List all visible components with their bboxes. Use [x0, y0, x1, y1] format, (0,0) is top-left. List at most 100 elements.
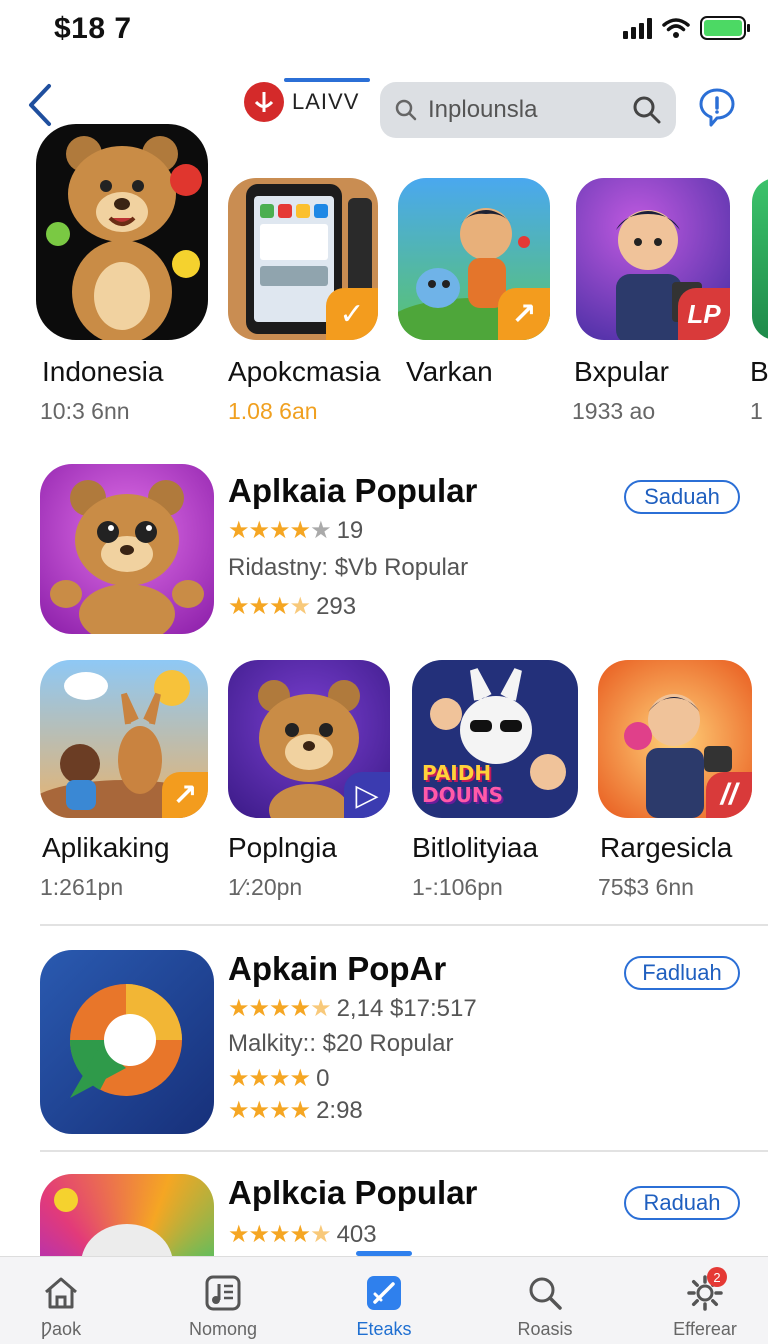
status-time: $18 7 [54, 12, 132, 45]
rating-row: ★★★★ 293 [228, 592, 356, 621]
app-title: Aplkcia Popular [228, 1174, 478, 1211]
bear-icon: ▷ [228, 660, 390, 818]
app-name: Bxpular [574, 356, 669, 387]
app-subtitle: 75$3 6nn [598, 874, 694, 900]
poster-text-line: DOUNS [422, 783, 503, 807]
rating-row: ★★★★ 0 [228, 1064, 329, 1093]
rating-count: 19 [336, 516, 364, 544]
bottom-tab-bar: Ƿaok Nomong Eteaks Roasis 2 Efferear [0, 1251, 768, 1344]
star-rating-icon: ★★★★ [228, 1097, 311, 1124]
app-subtitle: 1 [750, 398, 763, 424]
chat-bubble-icon [699, 88, 735, 127]
tab-label: Efferear [673, 1319, 737, 1339]
tab-settings[interactable]: 2 Efferear [650, 1257, 760, 1344]
partial-app-icon [752, 178, 768, 340]
app-subtitle: 10:3 6nn [40, 398, 130, 424]
get-button[interactable]: Saduah [624, 480, 740, 514]
tab-label: Ƿaok [40, 1319, 82, 1339]
poster-text: PAIDH DOUNS [422, 762, 503, 806]
app-subtitle: 1.08 6an [228, 398, 318, 424]
app-name: Poplngia [228, 832, 337, 863]
app-info: Malkity:: $20 Ropular [228, 1030, 454, 1057]
bunny-poster-icon: PAIDH DOUNS [412, 660, 578, 818]
rating-count: 2,14 $17:517 [336, 994, 477, 1022]
phone-screens-icon: ✓ [228, 178, 378, 340]
notification-badge: 2 [707, 1267, 727, 1287]
star-rating-icon: ★★★★★ [228, 1221, 332, 1248]
tab-home[interactable]: Ƿaok [6, 1257, 116, 1344]
app-name: Varkan [406, 356, 493, 387]
search-submit-icon[interactable] [632, 95, 662, 125]
active-tab-indicator [356, 1251, 412, 1256]
back-button[interactable] [20, 82, 60, 128]
rating-row: ★★★★★ 2,14 $17:517 [228, 994, 477, 1023]
tab-search[interactable]: Roasis [490, 1257, 600, 1344]
brand-logo-icon [244, 82, 284, 122]
app-name: Rargesicla [600, 832, 733, 863]
tab-label: Roasis [517, 1319, 573, 1339]
app-name: Bitlolityiaa [412, 832, 539, 863]
top-apps-row: Indonesia 10:3 6nn ✓ Apokcmasia 1.08 6an [0, 124, 768, 424]
rainbow-orb-icon [40, 1174, 214, 1256]
get-button[interactable]: Fadluah [624, 956, 740, 990]
app-title: Aplkaia Popular [228, 472, 478, 509]
checkmark-badge-icon: ✓ [326, 288, 378, 340]
brand-tab[interactable]: LAIVV [244, 82, 359, 122]
bear-icon [40, 464, 214, 634]
app-name: Indonesia [42, 356, 164, 387]
tab-music[interactable]: Nomong [168, 1257, 278, 1344]
trending-badge-icon: ↗ [162, 772, 208, 818]
divider [40, 924, 768, 926]
home-icon [41, 1273, 81, 1313]
app-subtitle: 1:261pn [40, 874, 124, 900]
cellular-signal-icon [623, 17, 652, 39]
app-name: Aplikaking [42, 832, 170, 863]
brand-badge-icon: // [706, 772, 752, 818]
featured-app-1[interactable]: Aplkaia Popular ★★★★★ 19 Ridastny: $Vb R… [0, 464, 768, 640]
star-rating-icon: ★★★★ [228, 1065, 311, 1092]
search-icon [395, 99, 417, 121]
get-button[interactable]: Raduah [624, 1186, 740, 1220]
search-placeholder: Inplounsla [428, 96, 538, 123]
wifi-icon [662, 18, 690, 38]
trending-badge-icon: ↗ [498, 288, 550, 340]
brand-label: LAIVV [292, 89, 360, 114]
rating-row: ★★★★★ 403 [228, 1220, 377, 1249]
app-info: Ridastny: $Vb Ropular [228, 554, 469, 581]
status-icons [623, 16, 750, 40]
app-subtitle: 1⁄:20pn [228, 874, 303, 900]
check-square-icon [364, 1273, 404, 1313]
rating-count: 403 [336, 1220, 377, 1248]
kangaroo-kids-icon: ↗ [40, 660, 208, 818]
map-pin-logo-icon [40, 950, 214, 1134]
gear-icon: 2 [685, 1267, 727, 1313]
tab-tasks[interactable]: Eteaks [329, 1257, 439, 1344]
divider [40, 1150, 768, 1152]
star-rating-icon: ★★★★★ [228, 517, 332, 544]
boy-and-cat-icon: ↗ [398, 178, 550, 340]
featured-app-2[interactable]: Apkain PopAr ★★★★★ 2,14 $17:517 Malkity:… [0, 950, 768, 1136]
star-rating-icon: ★★★★★ [228, 995, 332, 1022]
rating-count: 2:98 [316, 1096, 363, 1124]
tab-label: Nomong [188, 1319, 258, 1339]
poster-text-line: PAIDH [422, 761, 492, 785]
play-badge-icon: ▷ [344, 772, 390, 818]
rating-row: ★★★★★ 19 [228, 516, 363, 545]
star-rating-icon: ★★★★ [228, 593, 311, 620]
rating-count: 293 [316, 592, 357, 620]
app-subtitle: 1-:106pn [412, 874, 503, 900]
chevron-left-icon [29, 84, 51, 126]
rating-row: ★★★★ 2:98 [228, 1096, 363, 1125]
second-apps-row: ↗ Aplikaking 1:261pn ▷ Poplngia 1⁄:20pn [0, 660, 768, 900]
status-bar: $18 7 [0, 0, 768, 60]
search-icon [525, 1273, 565, 1313]
app-subtitle: 1933 ao [572, 398, 656, 424]
app-name: B [750, 356, 768, 387]
tab-label: Eteaks [356, 1319, 412, 1339]
battery-icon [700, 16, 750, 40]
rating-count: 0 [316, 1064, 330, 1092]
featured-app-3[interactable]: Aplkcia Popular ★★★★★ 403 Raduah [0, 1174, 768, 1256]
music-note-icon [203, 1273, 243, 1313]
brand-badge-icon: LP [678, 288, 730, 340]
app-name: Apokcmasia [228, 356, 381, 387]
